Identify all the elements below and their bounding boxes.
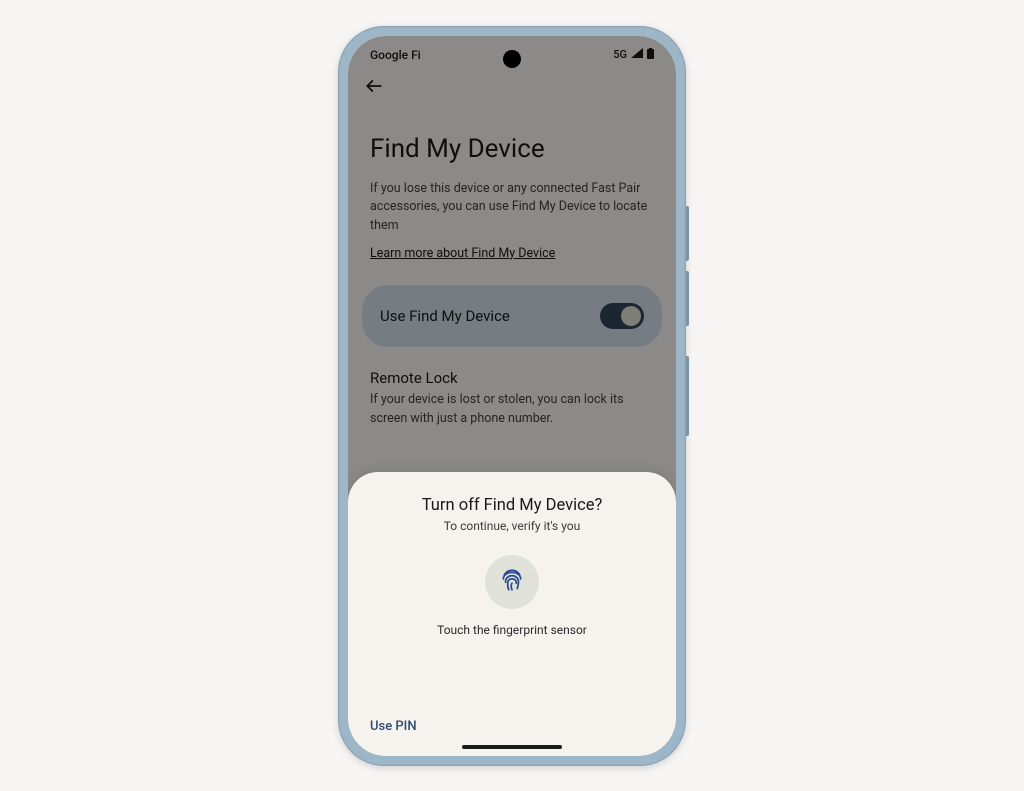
camera-hole bbox=[503, 50, 521, 68]
volume-down-button[interactable] bbox=[686, 271, 689, 326]
prompt-title: Turn off Find My Device? bbox=[370, 496, 654, 515]
biometric-prompt-sheet: Turn off Find My Device? To continue, ve… bbox=[348, 472, 676, 756]
phone-screen: Google Fi 5G Find My Device If you los bbox=[348, 36, 676, 756]
prompt-subtitle: To continue, verify it's you bbox=[370, 519, 654, 533]
power-button[interactable] bbox=[686, 356, 689, 436]
use-pin-button[interactable]: Use PIN bbox=[370, 719, 417, 734]
volume-up-button[interactable] bbox=[686, 206, 689, 261]
fingerprint-sensor[interactable] bbox=[485, 555, 539, 609]
navigation-handle[interactable] bbox=[462, 745, 562, 749]
fingerprint-hint: Touch the fingerprint sensor bbox=[370, 623, 654, 637]
phone-frame: Google Fi 5G Find My Device If you los bbox=[338, 26, 686, 766]
fingerprint-icon bbox=[499, 567, 525, 597]
